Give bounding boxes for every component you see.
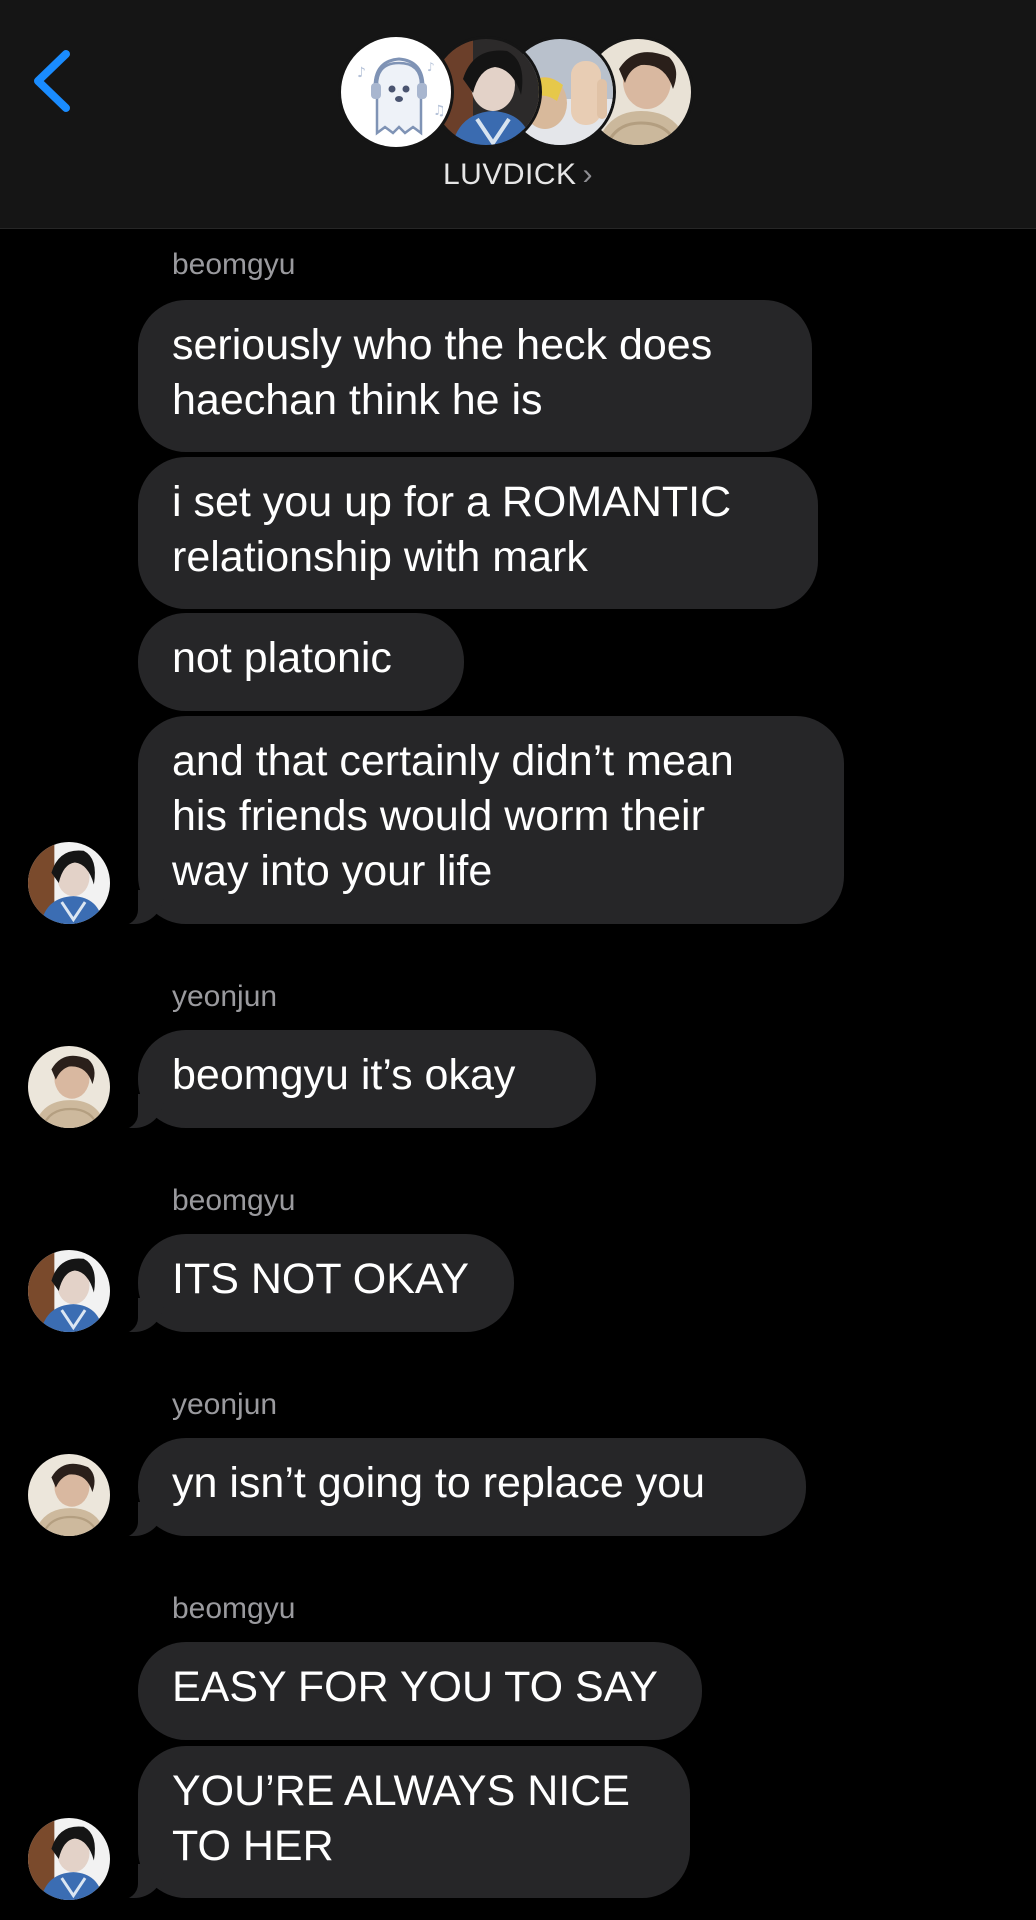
message-bubble[interactable]: yn isn’t going to replace you [112, 1438, 806, 1538]
svg-text:♫: ♫ [433, 103, 446, 119]
sender-label: beomgyu [172, 1184, 296, 1217]
message-text-line: YOU’RE ALWAYS NICE [172, 1767, 630, 1815]
beomgyu-avatar[interactable] [28, 1250, 110, 1332]
message-text-line: ITS NOT OKAY [172, 1255, 470, 1303]
conversation-header: ♪ ♫ ♪ LUVDICK › [0, 0, 1036, 229]
ghost-avatar: ♪ ♫ ♪ [338, 34, 454, 150]
back-button[interactable] [26, 46, 78, 116]
message-text-line: haechan think he is [172, 376, 543, 424]
chevron-left-icon [34, 50, 70, 112]
yeonjun-avatar[interactable] [28, 1454, 110, 1536]
message-bubble[interactable]: ITS NOT OKAY [112, 1234, 514, 1334]
message-text-line: yn isn’t going to replace you [172, 1459, 706, 1507]
message-text-line: beomgyu it’s okay [172, 1051, 516, 1099]
message-bubble[interactable]: i set you up for a ROMANTIC relationship… [138, 457, 818, 609]
chevron-right-icon: › [582, 158, 594, 191]
message-bubble[interactable]: beomgyu it’s okay [112, 1030, 596, 1130]
message-text-line: way into your life [172, 847, 493, 895]
message-text-line: his friends would worm their [172, 792, 705, 840]
sender-label: yeonjun [172, 1388, 278, 1421]
message-text-line: relationship with mark [172, 533, 588, 581]
message-bubble[interactable]: YOU’RE ALWAYS NICE TO HER [112, 1746, 690, 1900]
beomgyu-avatar[interactable] [28, 1818, 110, 1900]
beomgyu-avatar[interactable] [28, 842, 110, 924]
group-name-button[interactable]: LUVDICK › [0, 158, 1036, 192]
message-bubble[interactable]: seriously who the heck does haechan thin… [138, 300, 812, 452]
message-text-line: not platonic [172, 634, 392, 682]
message-text-line: TO HER [172, 1822, 334, 1870]
group-avatars[interactable]: ♪ ♫ ♪ [338, 34, 698, 152]
sender-label: beomgyu [172, 1592, 296, 1625]
message-text-line: and that certainly didn’t mean [172, 737, 734, 785]
sender-label: beomgyu [172, 248, 296, 281]
sender-label: yeonjun [172, 980, 278, 1013]
message-bubble[interactable]: EASY FOR YOU TO SAY [138, 1642, 702, 1740]
svg-text:♪: ♪ [427, 60, 435, 74]
yeonjun-avatar[interactable] [28, 1046, 110, 1128]
message-text-line: i set you up for a ROMANTIC [172, 478, 732, 526]
message-bubble[interactable]: and that certainly didn’t mean his frien… [112, 716, 844, 926]
group-name-label: LUVDICK [442, 158, 577, 191]
message-bubble[interactable]: not platonic [138, 613, 464, 711]
message-text-line: seriously who the heck does [172, 321, 713, 369]
svg-text:♪: ♪ [357, 65, 366, 81]
message-text-line: EASY FOR YOU TO SAY [172, 1663, 658, 1711]
